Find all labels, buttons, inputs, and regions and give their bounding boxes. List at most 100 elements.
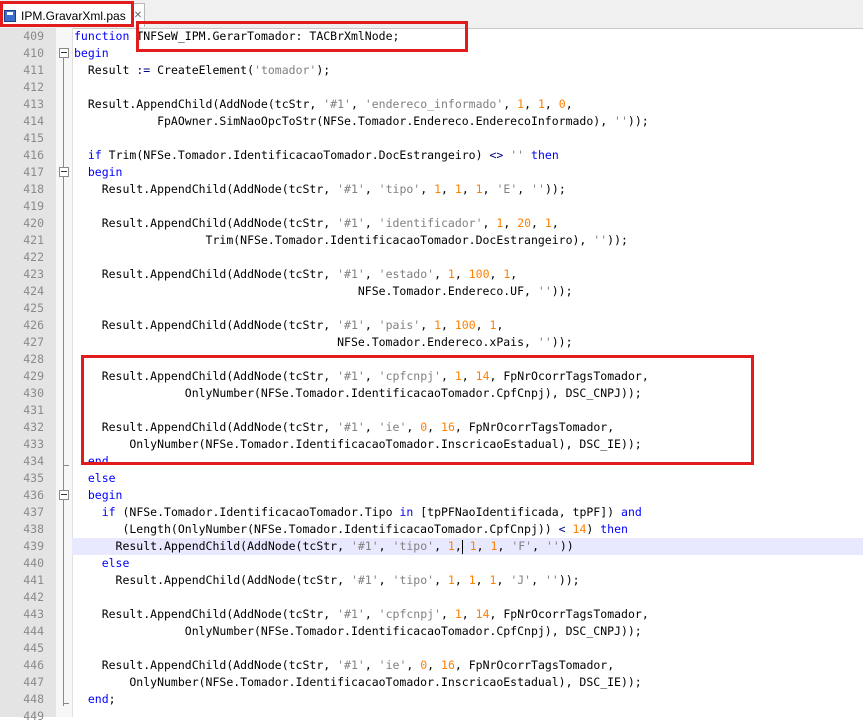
- fold-margin: [56, 28, 73, 717]
- code-token: ,: [441, 182, 455, 196]
- code-line[interactable]: OnlyNumber(NFSe.Tomador.IdentificacaoTom…: [74, 385, 642, 402]
- code-line[interactable]: end: [74, 453, 109, 470]
- code-token: 1: [454, 369, 462, 383]
- code-token: NFSe.Tomador.Endereco.xPais,: [74, 335, 538, 349]
- code-line[interactable]: OnlyNumber(NFSe.Tomador.IdentificacaoTom…: [74, 436, 641, 453]
- code-token: ,: [454, 539, 462, 553]
- code-token: 1: [434, 182, 442, 196]
- code-token: else: [87, 471, 116, 485]
- fold-toggle-icon[interactable]: [59, 48, 69, 58]
- code-line[interactable]: FpAOwner.SimNaoOpcToStr(NFSe.Tomador.End…: [74, 113, 649, 130]
- line-number: 435: [23, 471, 44, 485]
- code-token: ,: [461, 607, 476, 621]
- code-token: ,: [364, 658, 379, 672]
- code-token: ,: [532, 539, 546, 553]
- code-line[interactable]: begin: [74, 487, 123, 504]
- code-token: ,: [524, 97, 538, 111]
- line-number: 422: [23, 250, 44, 264]
- code-token: 20: [517, 216, 532, 230]
- code-line[interactable]: OnlyNumber(NFSe.Tomador.IdentificacaoTom…: [74, 623, 642, 640]
- code-token: then: [600, 522, 628, 536]
- code-token: 'pais': [378, 318, 421, 332]
- code-line[interactable]: function TNFSeW_IPM.GerarTomador: TACBrX…: [74, 28, 399, 45]
- code-line[interactable]: Result.AppendChild(AddNode(tcStr, '#1', …: [74, 96, 573, 113]
- code-line[interactable]: end;: [74, 691, 116, 708]
- line-number: 439: [23, 539, 44, 553]
- line-number: 420: [23, 216, 44, 230]
- line-number: 417: [23, 165, 44, 179]
- code-line[interactable]: Result.AppendChild(AddNode(tcStr, '#1', …: [74, 181, 566, 198]
- code-line[interactable]: if (NFSe.Tomador.IdentificacaoTomador.Ti…: [74, 504, 642, 521]
- code-token: ,: [489, 267, 504, 281]
- code-token: 14: [572, 522, 587, 536]
- code-token: ;: [108, 692, 116, 706]
- code-token: begin: [87, 165, 123, 179]
- code-line[interactable]: Result.AppendChild(AddNode(tcStr, '#1', …: [74, 317, 504, 334]
- code-token: 'E': [496, 182, 518, 196]
- code-line[interactable]: NFSe.Tomador.Endereco.xPais, ''));: [74, 334, 572, 351]
- code-line[interactable]: Result.AppendChild(AddNode(tcStr, '#1', …: [74, 266, 518, 283]
- code-token: <: [558, 522, 566, 536]
- code-token: ,: [440, 607, 455, 621]
- code-token: TNFSeW_IPM.GerarTomador: TACBrXmlNode;: [129, 29, 400, 43]
- code-line[interactable]: (Length(OnlyNumber(NFSe.Tomador.Identifi…: [74, 521, 628, 538]
- tab-ipm-gravarxml[interactable]: IPM.GravarXml.pas ✕: [0, 3, 145, 27]
- code-token: '': [593, 233, 608, 247]
- code-token: if: [101, 505, 116, 519]
- line-number: 413: [23, 97, 44, 111]
- code-token: '#1': [350, 573, 379, 587]
- code-token: :=: [136, 63, 151, 77]
- code-token: , FpNrOcorrTagsTomador,: [454, 420, 615, 434]
- code-line[interactable]: Result.AppendChild(AddNode(tcStr, '#1', …: [74, 419, 614, 436]
- code-line[interactable]: Result.AppendChild(AddNode(tcStr, '#1', …: [74, 572, 580, 589]
- code-token: ,: [544, 97, 559, 111]
- line-number: 444: [23, 624, 44, 638]
- code-line[interactable]: Result.AppendChild(AddNode(tcStr, '#1', …: [74, 657, 614, 674]
- code-token: 1: [468, 573, 476, 587]
- code-token: OnlyNumber(NFSe.Tomador.IdentificacaoTom…: [74, 675, 642, 689]
- code-token: '': [537, 284, 552, 298]
- code-line[interactable]: begin: [74, 164, 123, 181]
- code-token: '': [537, 335, 552, 349]
- fold-toggle-icon[interactable]: [59, 167, 69, 177]
- code-line[interactable]: OnlyNumber(NFSe.Tomador.IdentificacaoTom…: [74, 674, 642, 691]
- code-token: ,: [434, 539, 448, 553]
- close-icon[interactable]: ✕: [134, 10, 142, 21]
- code-line[interactable]: Result.AppendChild(AddNode(tcStr, '#1', …: [74, 215, 559, 232]
- tab-bar: IPM.GravarXml.pas ✕: [0, 0, 863, 29]
- code-token: ));: [544, 182, 566, 196]
- code-token: '#1': [337, 658, 365, 672]
- line-number: 448: [23, 692, 44, 706]
- code-line[interactable]: Result.AppendChild(AddNode(tcStr, '#1', …: [74, 606, 649, 623]
- code-token: and: [621, 505, 642, 519]
- code-line[interactable]: Result.AppendChild(AddNode(tcStr, '#1', …: [74, 368, 649, 385]
- fold-toggle-icon[interactable]: [59, 490, 69, 500]
- code-token: 'cpfcnpj': [378, 607, 441, 621]
- code-line[interactable]: else: [74, 555, 130, 572]
- code-line[interactable]: begin: [74, 45, 109, 62]
- code-token: ,: [364, 420, 379, 434]
- code-token: ,: [364, 267, 379, 281]
- code-token: ,: [475, 573, 490, 587]
- code-token: 0: [558, 97, 566, 111]
- code-line[interactable]: if Trim(NFSe.Tomador.IdentificacaoTomado…: [74, 147, 559, 164]
- code-line[interactable]: Trim(NFSe.Tomador.IdentificacaoTomador.D…: [74, 232, 628, 249]
- code-line[interactable]: Result := CreateElement('tomador');: [74, 62, 330, 79]
- code-token: 'tipo': [392, 573, 435, 587]
- code-token: ,: [378, 573, 393, 587]
- line-number: 436: [23, 488, 44, 502]
- code-token: Result.AppendChild(AddNode(tcStr,: [74, 182, 338, 196]
- code-line[interactable]: Result.AppendChild(AddNode(tcStr, '#1', …: [74, 538, 574, 555]
- code-token: [tpPFNaoIdentificada, tpPF]): [413, 505, 622, 519]
- code-token: ,: [503, 216, 518, 230]
- code-line[interactable]: NFSe.Tomador.Endereco.UF, ''));: [74, 283, 573, 300]
- code-token: '#1': [323, 97, 351, 111]
- code-token: if: [87, 148, 102, 162]
- code-line[interactable]: else: [74, 470, 116, 487]
- code-token: 'ie': [378, 420, 407, 434]
- code-token: ,: [364, 318, 379, 332]
